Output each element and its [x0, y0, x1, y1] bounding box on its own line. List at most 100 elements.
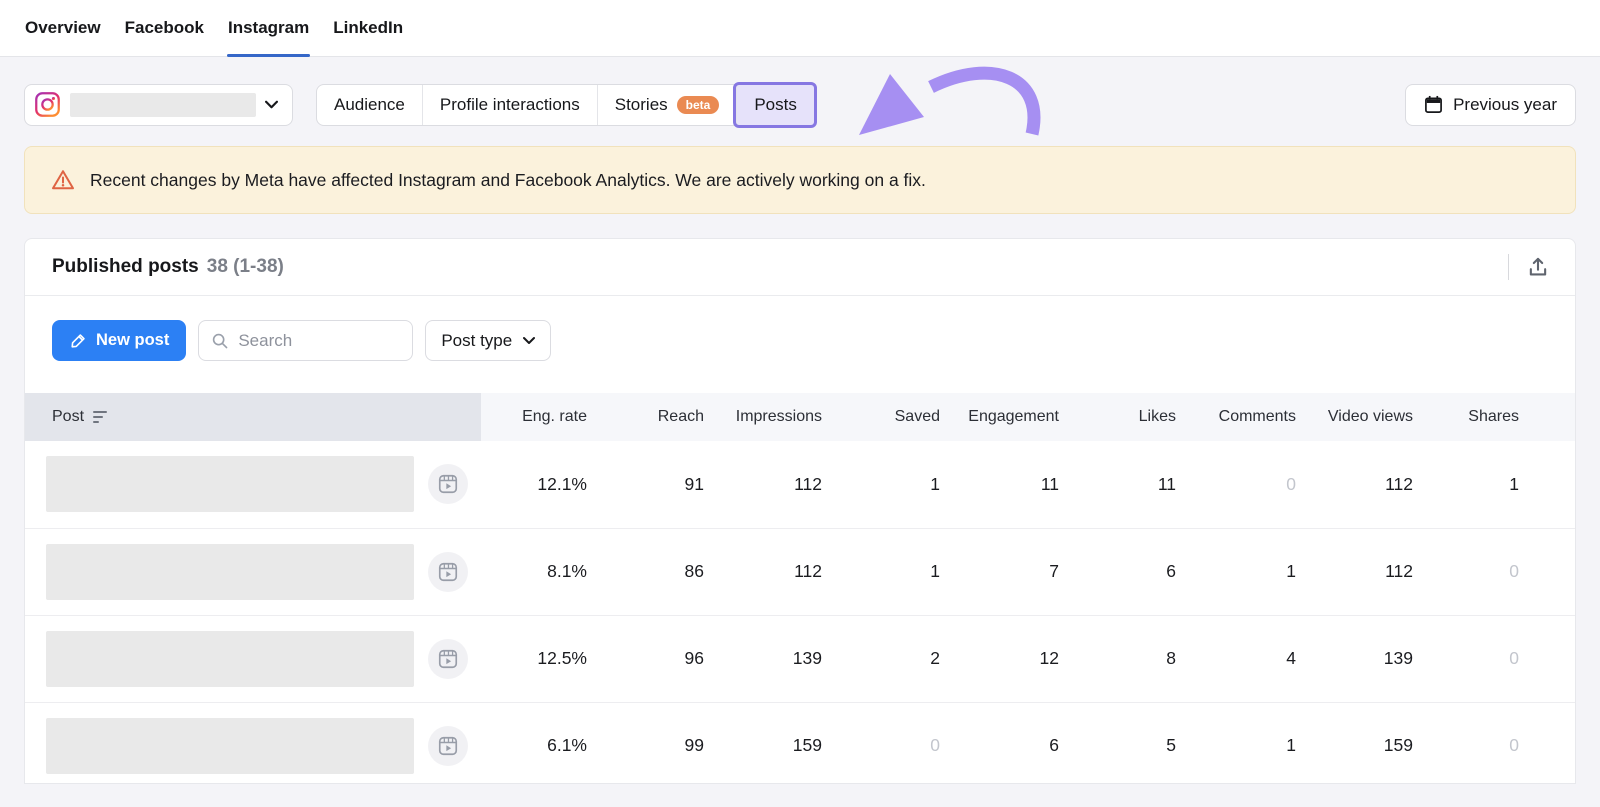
meta-warning-banner: Recent changes by Meta have affected Ins…	[24, 146, 1576, 214]
nav-tab-label: Instagram	[227, 18, 310, 37]
nav-tab-instagram[interactable]: Instagram	[226, 0, 311, 57]
table-row: 12.5% 96 139 2 12 8 4 139 0	[25, 615, 1575, 702]
cell-impressions: 112	[794, 473, 822, 494]
sort-icon	[93, 411, 108, 423]
column-label: Post	[52, 408, 85, 425]
banner-text: Recent changes by Meta have affected Ins…	[90, 169, 926, 190]
cell-impressions: 112	[794, 561, 822, 581]
post-thumbnail-redacted[interactable]	[46, 456, 414, 513]
posts-count: 38 (1-38)	[206, 256, 284, 277]
cell-saved: 1	[930, 561, 940, 581]
cell-eng-rate: 12.1%	[537, 473, 587, 494]
nav-tab-facebook[interactable]: Facebook	[124, 0, 205, 56]
nav-tab-linkedin[interactable]: LinkedIn	[332, 0, 404, 56]
chevron-down-icon	[523, 336, 536, 345]
previous-year-button[interactable]: Previous year	[1405, 83, 1576, 126]
tab-label: Stories	[614, 94, 668, 114]
posts-table: Post Eng. rate Reach Impressions Saved E…	[25, 393, 1575, 783]
cell-engagement: 12	[1039, 648, 1059, 668]
column-header-post[interactable]: Post	[25, 393, 481, 441]
column-header-shares[interactable]: Shares	[1413, 393, 1575, 441]
cell-eng-rate: 12.5%	[537, 648, 587, 668]
post-thumbnail-redacted[interactable]	[46, 543, 414, 600]
cell-engagement: 6	[1049, 735, 1059, 755]
card-title: Published posts	[52, 256, 199, 277]
cell-likes: 8	[1166, 648, 1176, 668]
cell-shares: 0	[1509, 648, 1519, 668]
beta-badge: beta	[676, 95, 720, 114]
column-header-engagement[interactable]: Engagement	[940, 393, 1059, 441]
export-icon	[1527, 256, 1549, 278]
cell-comments: 1	[1286, 561, 1296, 581]
cell-video-views: 159	[1383, 735, 1413, 755]
post-cell	[25, 441, 481, 528]
controls-row: Audience Profile interactions Stories be…	[24, 66, 1576, 136]
cell-comments: 4	[1286, 648, 1296, 668]
new-post-button[interactable]: New post	[52, 320, 187, 361]
nav-tab-label: Overview	[25, 18, 101, 37]
post-type-label: Post type	[441, 330, 513, 350]
account-selector[interactable]	[24, 83, 293, 126]
nav-tab-overview[interactable]: Overview	[24, 0, 102, 56]
export-button[interactable]	[1525, 254, 1551, 280]
cell-video-views: 139	[1383, 648, 1413, 668]
platform-nav: Overview Facebook Instagram LinkedIn	[0, 0, 1600, 57]
cell-eng-rate: 8.1%	[547, 561, 587, 581]
nav-tab-label: Facebook	[124, 18, 204, 37]
post-thumbnail-redacted[interactable]	[46, 630, 414, 687]
tab-profile-interactions[interactable]: Profile interactions	[421, 84, 597, 125]
post-type-dropdown[interactable]: Post type	[425, 320, 552, 361]
cell-impressions: 159	[792, 735, 822, 755]
tab-audience[interactable]: Audience	[317, 85, 422, 125]
pencil-icon	[69, 332, 87, 350]
tab-label: Profile interactions	[439, 94, 580, 114]
card-header: Published posts 38 (1-38)	[25, 239, 1575, 296]
cell-eng-rate: 6.1%	[547, 735, 587, 755]
cell-reach: 86	[684, 561, 704, 581]
cell-video-views: 112	[1385, 561, 1413, 581]
reel-icon	[428, 638, 468, 679]
cell-saved: 2	[930, 648, 940, 668]
warning-icon	[51, 168, 75, 192]
cell-engagement: 11	[1040, 473, 1059, 494]
table-header-row: Post Eng. rate Reach Impressions Saved E…	[25, 393, 1575, 441]
table-row: 6.1% 99 159 0 6 5 1 159 0	[25, 702, 1575, 783]
reel-icon	[428, 464, 468, 505]
column-header-impressions[interactable]: Impressions	[704, 393, 822, 441]
cell-reach: 99	[684, 735, 704, 755]
cell-saved: 0	[930, 735, 940, 755]
cell-likes: 6	[1166, 561, 1176, 581]
tab-posts[interactable]: Posts	[733, 81, 817, 128]
instagram-icon	[34, 91, 61, 118]
published-posts-card: Published posts 38 (1-38) New post Searc…	[24, 238, 1576, 784]
table-row: 8.1% 86 112 1 7 6 1 112 0	[25, 528, 1575, 615]
cell-impressions: 139	[792, 648, 822, 668]
reel-icon	[428, 725, 468, 766]
column-header-eng-rate[interactable]: Eng. rate	[481, 393, 587, 441]
column-header-reach[interactable]: Reach	[587, 393, 704, 441]
tab-stories[interactable]: Stories beta	[596, 84, 737, 125]
cell-reach: 91	[684, 473, 704, 494]
table-row: 12.1% 91 112 1 11 11 0 112 1	[25, 441, 1575, 528]
search-input[interactable]	[238, 330, 401, 351]
column-header-saved[interactable]: Saved	[822, 393, 940, 441]
column-header-video-views[interactable]: Video views	[1296, 393, 1413, 441]
cell-shares: 0	[1509, 561, 1519, 581]
cell-engagement: 7	[1049, 561, 1059, 581]
cell-likes: 5	[1166, 735, 1176, 755]
cell-saved: 1	[930, 473, 940, 494]
column-header-comments[interactable]: Comments	[1176, 393, 1296, 441]
cell-video-views: 112	[1385, 473, 1413, 494]
search-box	[198, 320, 414, 361]
new-post-label: New post	[96, 331, 170, 349]
column-header-likes[interactable]: Likes	[1059, 393, 1176, 441]
post-cell	[25, 528, 481, 615]
search-icon	[211, 332, 229, 350]
section-tabs: Audience Profile interactions Stories be…	[316, 81, 817, 128]
cell-likes: 11	[1157, 473, 1176, 494]
post-cell	[25, 615, 481, 702]
cell-shares: 0	[1509, 735, 1519, 755]
posts-toolbar: New post Post type	[25, 296, 1575, 393]
reel-icon	[428, 551, 468, 592]
post-thumbnail-redacted[interactable]	[46, 717, 414, 774]
